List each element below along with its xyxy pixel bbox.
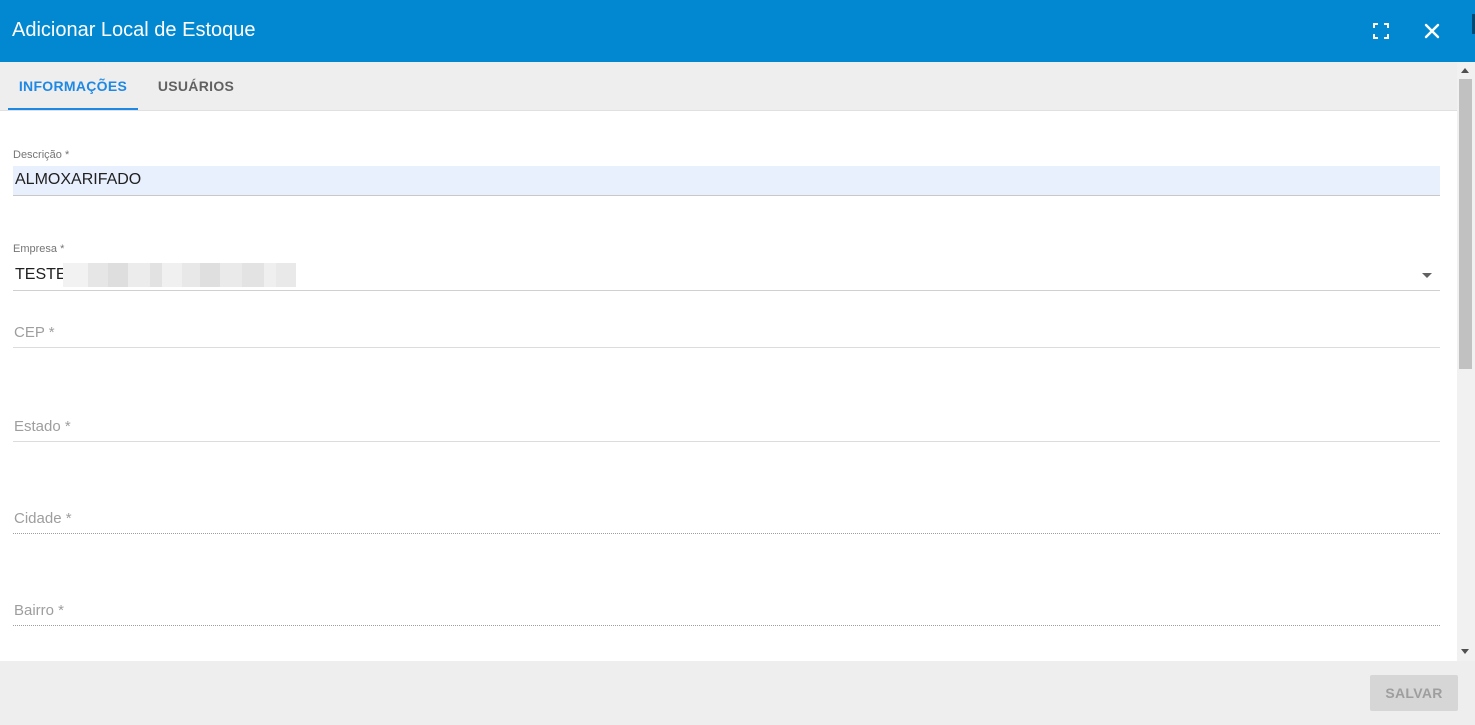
save-button[interactable]: SALVAR [1370,675,1458,711]
scroll-up-arrow-icon[interactable] [1461,68,1469,73]
bairro-field[interactable]: Bairro * [13,599,1440,627]
vertical-scrollbar[interactable] [1457,62,1475,661]
cidade-underline [13,533,1440,534]
descricao-label: Descrição * [13,149,70,161]
empresa-underline [13,290,1440,291]
active-tab-indicator [8,108,138,110]
add-stock-location-dialog: Adicionar Local de Estoque INFORMAÇÕES U… [0,0,1475,725]
cep-underline [13,347,1440,348]
descricao-input[interactable]: ALMOXARIFADO [15,171,141,189]
tab-usuarios[interactable]: USUÁRIOS [146,62,246,110]
cidade-field[interactable]: Cidade * [13,507,1440,535]
close-button[interactable] [1416,15,1448,47]
dialog-header: Adicionar Local de Estoque [0,0,1475,62]
form-content: Descrição * ALMOXARIFADO Empresa * TESTE [0,111,1457,661]
bairro-underline [13,625,1440,626]
bairro-input[interactable]: Bairro * [14,602,64,619]
estado-field[interactable]: Estado * [13,415,1440,443]
close-icon [1424,23,1440,39]
empresa-select-value[interactable]: TESTE [15,266,67,284]
descricao-field[interactable]: Descrição * ALMOXARIFADO [13,149,1440,197]
descricao-autofill-bg [13,166,1440,195]
estado-input[interactable]: Estado * [14,418,71,435]
empresa-label: Empresa * [13,243,65,255]
scrollbar-thumb[interactable] [1459,79,1472,369]
scroll-down-arrow-icon[interactable] [1461,649,1469,654]
tab-bar: INFORMAÇÕES USUÁRIOS [0,62,1457,111]
dialog-footer: SALVAR [0,661,1475,725]
maximize-button[interactable] [1365,15,1397,47]
cep-input[interactable]: CEP * [14,324,55,341]
fullscreen-icon [1373,23,1389,39]
estado-underline [13,441,1440,442]
redacted-text [63,263,298,287]
cep-field[interactable]: CEP * [13,321,1440,349]
chevron-down-icon[interactable] [1422,273,1432,278]
tab-informacoes[interactable]: INFORMAÇÕES [8,62,138,110]
cidade-input[interactable]: Cidade * [14,510,72,527]
descricao-underline [13,195,1440,196]
empresa-field[interactable]: Empresa * TESTE [13,243,1440,291]
dialog-title: Adicionar Local de Estoque [12,19,256,41]
